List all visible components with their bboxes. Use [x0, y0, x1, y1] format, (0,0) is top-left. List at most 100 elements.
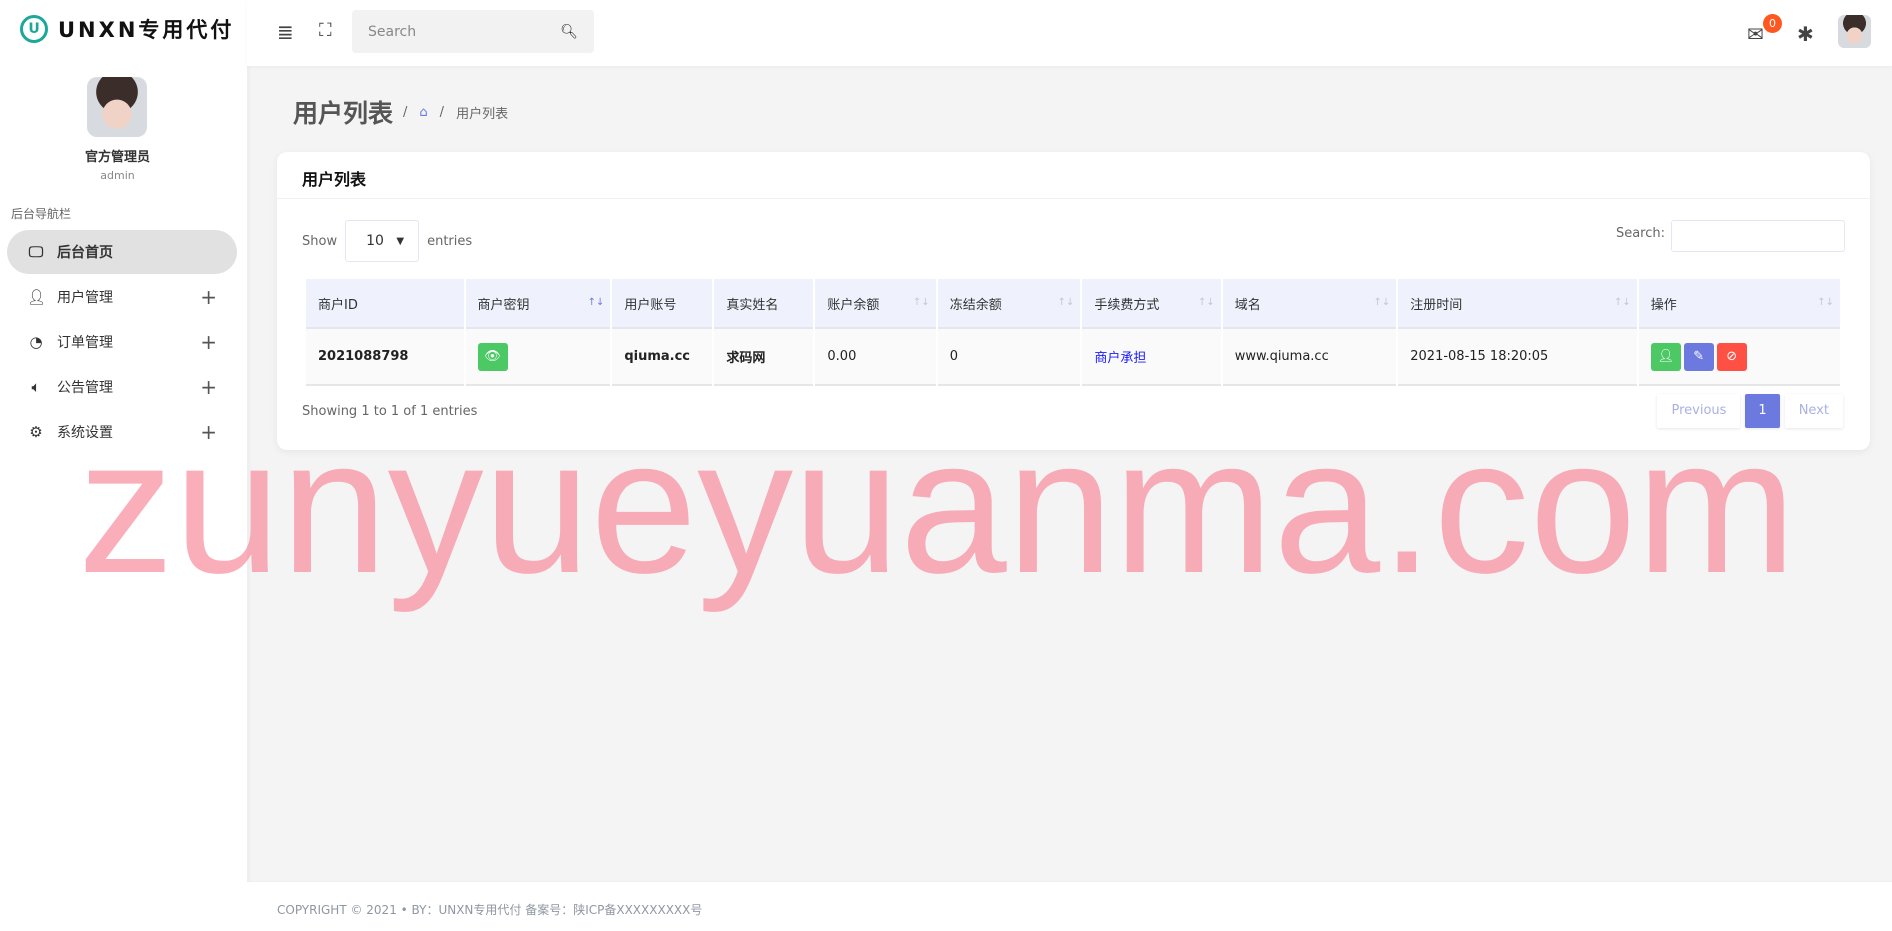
column-label: 域名 [1234, 297, 1261, 313]
edit-button[interactable]: ✎ [1683, 342, 1714, 371]
column-header[interactable]: 真实姓名 [714, 279, 814, 329]
cell-balance: 0.00 [815, 329, 936, 386]
speaker-icon: 🔈︎ [31, 378, 41, 396]
view-key-button[interactable]: 👁︎ [477, 342, 508, 371]
cell-account: qiuma.cc [612, 329, 713, 386]
column-label: 用户账号 [624, 297, 677, 313]
sidebar-item-label: 订单管理 [57, 335, 113, 351]
entries-value: 10 [366, 233, 384, 249]
sort-icon: ↑↓ [1197, 297, 1215, 308]
sidebar-item-label: 后台首页 [57, 245, 113, 261]
menu-icon[interactable]: ≣ [277, 20, 294, 44]
user-icon: 👤︎ [27, 288, 47, 306]
table-search: Search: [1616, 220, 1845, 252]
nav-section-label: 后台导航栏 [11, 207, 72, 221]
fullscreen-icon[interactable]: ⛶ [319, 20, 332, 41]
cell-time: 2021-08-15 18:20:05 [1398, 329, 1637, 386]
slack-icon[interactable]: ✱ [1797, 22, 1814, 46]
sidebar-item-label: 用户管理 [57, 290, 113, 306]
column-header[interactable]: 操作 ↑↓ [1638, 279, 1840, 329]
column-label: 账户余额 [827, 297, 880, 313]
entries-length: Show 10 ▼ entries [302, 220, 472, 262]
header-avatar[interactable] [1838, 15, 1871, 48]
chevron-down-icon: ▼ [396, 235, 405, 247]
page-1-button[interactable]: 1 [1745, 394, 1780, 428]
column-label: 真实姓名 [726, 297, 779, 313]
column-header[interactable]: 冻结余额 ↑↓ [937, 279, 1081, 329]
cell-frozen: 0 [937, 329, 1081, 386]
cell-domain: www.qiuma.cc [1222, 329, 1397, 386]
breadcrumb-current: 用户列表 [456, 106, 509, 122]
user-table: 商户ID 商户密钥 ↑↓ 用户账号 真实姓名 账户余额 ↑↓ 冻结余额 ↑↓ 手续费方式 ↑↓ 域名 ↑… [304, 279, 1842, 386]
cell-actions: 👤︎ ✎ ⊘ [1638, 329, 1840, 386]
cell-fee: 商户承担 [1082, 329, 1221, 386]
column-label: 操作 [1650, 297, 1677, 313]
logo-icon: U [20, 15, 48, 43]
pie-chart-icon: ◔ [29, 333, 43, 351]
user-slash-icon: ⊘ [1726, 348, 1738, 364]
sidebar-item-users[interactable]: 👤︎ 用户管理 + [7, 275, 237, 319]
sort-icon: ↑↓ [1613, 297, 1631, 308]
table-row: 2021088798 👁︎ qiuma.cc 求码网 0.00 0 商户承担 w… [306, 329, 1840, 386]
sidebar-item-label: 系统设置 [57, 425, 113, 441]
pagination: Previous 1 Next [1657, 394, 1843, 428]
sort-icon: ↑↓ [1817, 297, 1834, 308]
entries-select[interactable]: 10 ▼ [345, 220, 420, 262]
user-name: 官方管理员 [84, 150, 150, 165]
search-label: Search: [1615, 226, 1665, 241]
column-header[interactable]: 账户余额 ↑↓ [815, 279, 936, 329]
entries-label: entries [427, 233, 473, 249]
column-header[interactable]: 商户ID [306, 279, 464, 329]
column-header[interactable]: 手续费方式 ↑↓ [1082, 279, 1221, 329]
user-check-icon: 👤︎ [1657, 348, 1674, 364]
app-title: UNXN专用代付 [58, 18, 235, 42]
sort-icon: ↑↓ [587, 297, 605, 308]
gear-icon: ⚙ [29, 423, 43, 441]
user-role: admin [100, 169, 135, 182]
breadcrumb: / ⌂ / 用户列表 [403, 104, 509, 122]
home-icon[interactable]: ⌂ [419, 105, 427, 120]
table-info: Showing 1 to 1 of 1 entries [302, 404, 478, 419]
column-label: 冻结余额 [949, 297, 1002, 313]
plus-icon: + [200, 330, 217, 354]
avatar[interactable] [87, 77, 147, 137]
page-title: 用户列表 [293, 99, 394, 128]
sort-icon: ↑↓ [1057, 297, 1075, 308]
search-icon[interactable]: 🔍︎ [560, 24, 578, 40]
sidebar-item-home[interactable]: 🖵 后台首页 [7, 230, 237, 274]
page-title-bar: 用户列表 / ⌂ / 用户列表 [293, 94, 508, 130]
cell-name: 求码网 [714, 329, 814, 386]
column-label: 商户密钥 [477, 297, 530, 313]
topbar: ≣ ⛶ Search 🔍︎ ✉ 0 ✱ [247, 0, 1892, 66]
column-header[interactable]: 商户密钥 ↑↓ [465, 279, 611, 329]
sidebar-item-announcements[interactable]: 🔈︎ 公告管理 + [7, 365, 237, 409]
disable-user-button[interactable]: ⊘ [1716, 342, 1747, 371]
search-input[interactable]: Search 🔍︎ [352, 10, 594, 53]
sidebar-item-orders[interactable]: ◔ 订单管理 + [7, 320, 237, 364]
card-title: 用户列表 [277, 152, 1870, 199]
cell-id: 2021088798 [306, 329, 464, 386]
sidebar-item-label: 公告管理 [57, 380, 113, 396]
next-button[interactable]: Next [1784, 394, 1843, 428]
plus-icon: + [200, 420, 217, 444]
column-label: 手续费方式 [1094, 297, 1160, 313]
mail-icon[interactable]: ✉ [1747, 22, 1764, 46]
edit-icon: ✎ [1693, 348, 1705, 364]
sidebar: U UNXN专用代付 官方管理员 admin 后台导航栏 🖵 后台首页 👤︎ 用户管… [0, 0, 247, 931]
table-search-input[interactable] [1671, 220, 1845, 252]
cell-key: 👁︎ [465, 329, 611, 386]
sort-icon: ↑↓ [912, 297, 930, 308]
footer: COPYRIGHT © 2021 • BY：UNXN专用代付 备案号：陕ICP备… [247, 881, 1892, 931]
column-label: 注册时间 [1410, 297, 1463, 313]
column-header[interactable]: 用户账号 [612, 279, 713, 329]
previous-button[interactable]: Previous [1657, 394, 1741, 428]
eye-icon: 👁︎ [484, 348, 501, 364]
column-header[interactable]: 注册时间 ↑↓ [1398, 279, 1637, 329]
logo[interactable]: U UNXN专用代付 [20, 14, 234, 44]
column-header[interactable]: 域名 ↑↓ [1222, 279, 1397, 329]
notification-badge: 0 [1763, 14, 1782, 33]
plus-icon: + [200, 285, 217, 309]
sidebar-item-settings[interactable]: ⚙ 系统设置 + [7, 410, 237, 454]
sort-icon: ↑↓ [1373, 297, 1391, 308]
user-check-button[interactable]: 👤︎ [1650, 342, 1681, 371]
